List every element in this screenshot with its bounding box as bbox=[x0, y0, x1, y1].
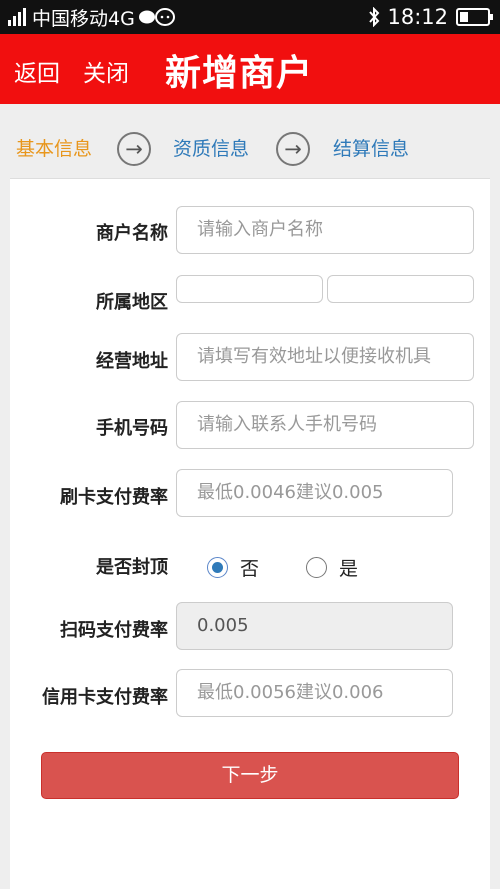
qr-rate-label: 扫码支付费率 bbox=[60, 620, 168, 641]
next-step-button[interactable]: 下一步 bbox=[41, 752, 459, 799]
page-title: 新增商户 bbox=[165, 53, 314, 94]
capped-yes-radio[interactable] bbox=[306, 557, 328, 578]
step-indicator: 基本信息 → 资质信息 → 结算信息 bbox=[0, 104, 500, 178]
card-rate-label: 刷卡支付费率 bbox=[60, 487, 168, 508]
status-left: 中国移动4G bbox=[8, 4, 177, 30]
arrow-right-icon: → bbox=[117, 132, 151, 166]
phone-label: 手机号码 bbox=[96, 418, 168, 439]
capped-no-radio[interactable] bbox=[207, 557, 228, 578]
back-button[interactable]: 返回 bbox=[14, 54, 60, 88]
card-rate-input[interactable]: 最低0.0046建议0.005 bbox=[176, 469, 453, 517]
phone-input[interactable]: 请输入联系人手机号码 bbox=[176, 401, 474, 449]
status-right: 18:12 bbox=[367, 4, 493, 30]
city-select[interactable] bbox=[327, 275, 474, 303]
close-button[interactable]: 关闭 bbox=[83, 54, 129, 88]
credit-rate-input[interactable]: 最低0.0056建议0.006 bbox=[176, 669, 453, 717]
signal-icon bbox=[8, 8, 28, 26]
region-label: 所属地区 bbox=[96, 292, 168, 313]
step-basic-info: 基本信息 bbox=[16, 138, 93, 160]
merchant-name-input[interactable]: 请输入商户名称 bbox=[176, 206, 474, 254]
battery-icon bbox=[456, 8, 493, 26]
carrier-label: 中国移动4G bbox=[32, 7, 135, 30]
credit-rate-label: 信用卡支付费率 bbox=[42, 687, 168, 708]
wechat-icon bbox=[138, 8, 175, 26]
status-bar: 中国移动4G 18:12 bbox=[0, 0, 500, 34]
business-address-label: 经营地址 bbox=[96, 351, 168, 372]
status-time: 18:12 bbox=[387, 5, 448, 29]
capped-radio-group: 否 是 bbox=[207, 554, 358, 581]
capped-no-label: 否 bbox=[240, 558, 260, 580]
nav-bar: 返回 关闭 新增商户 bbox=[0, 34, 500, 104]
arrow-right-icon: → bbox=[276, 132, 310, 166]
capped-yes-label: 是 bbox=[339, 558, 359, 580]
step-qualification-info: 资质信息 bbox=[173, 138, 250, 160]
merchant-name-label: 商户名称 bbox=[96, 223, 168, 244]
bluetooth-icon bbox=[369, 7, 380, 27]
step-settlement-info: 结算信息 bbox=[333, 138, 410, 160]
business-address-input[interactable]: 请填写有效地址以便接收机具 bbox=[176, 333, 474, 381]
province-select[interactable] bbox=[176, 275, 323, 303]
qr-rate-field: 0.005 bbox=[176, 602, 453, 650]
capped-label: 是否封顶 bbox=[96, 557, 168, 578]
